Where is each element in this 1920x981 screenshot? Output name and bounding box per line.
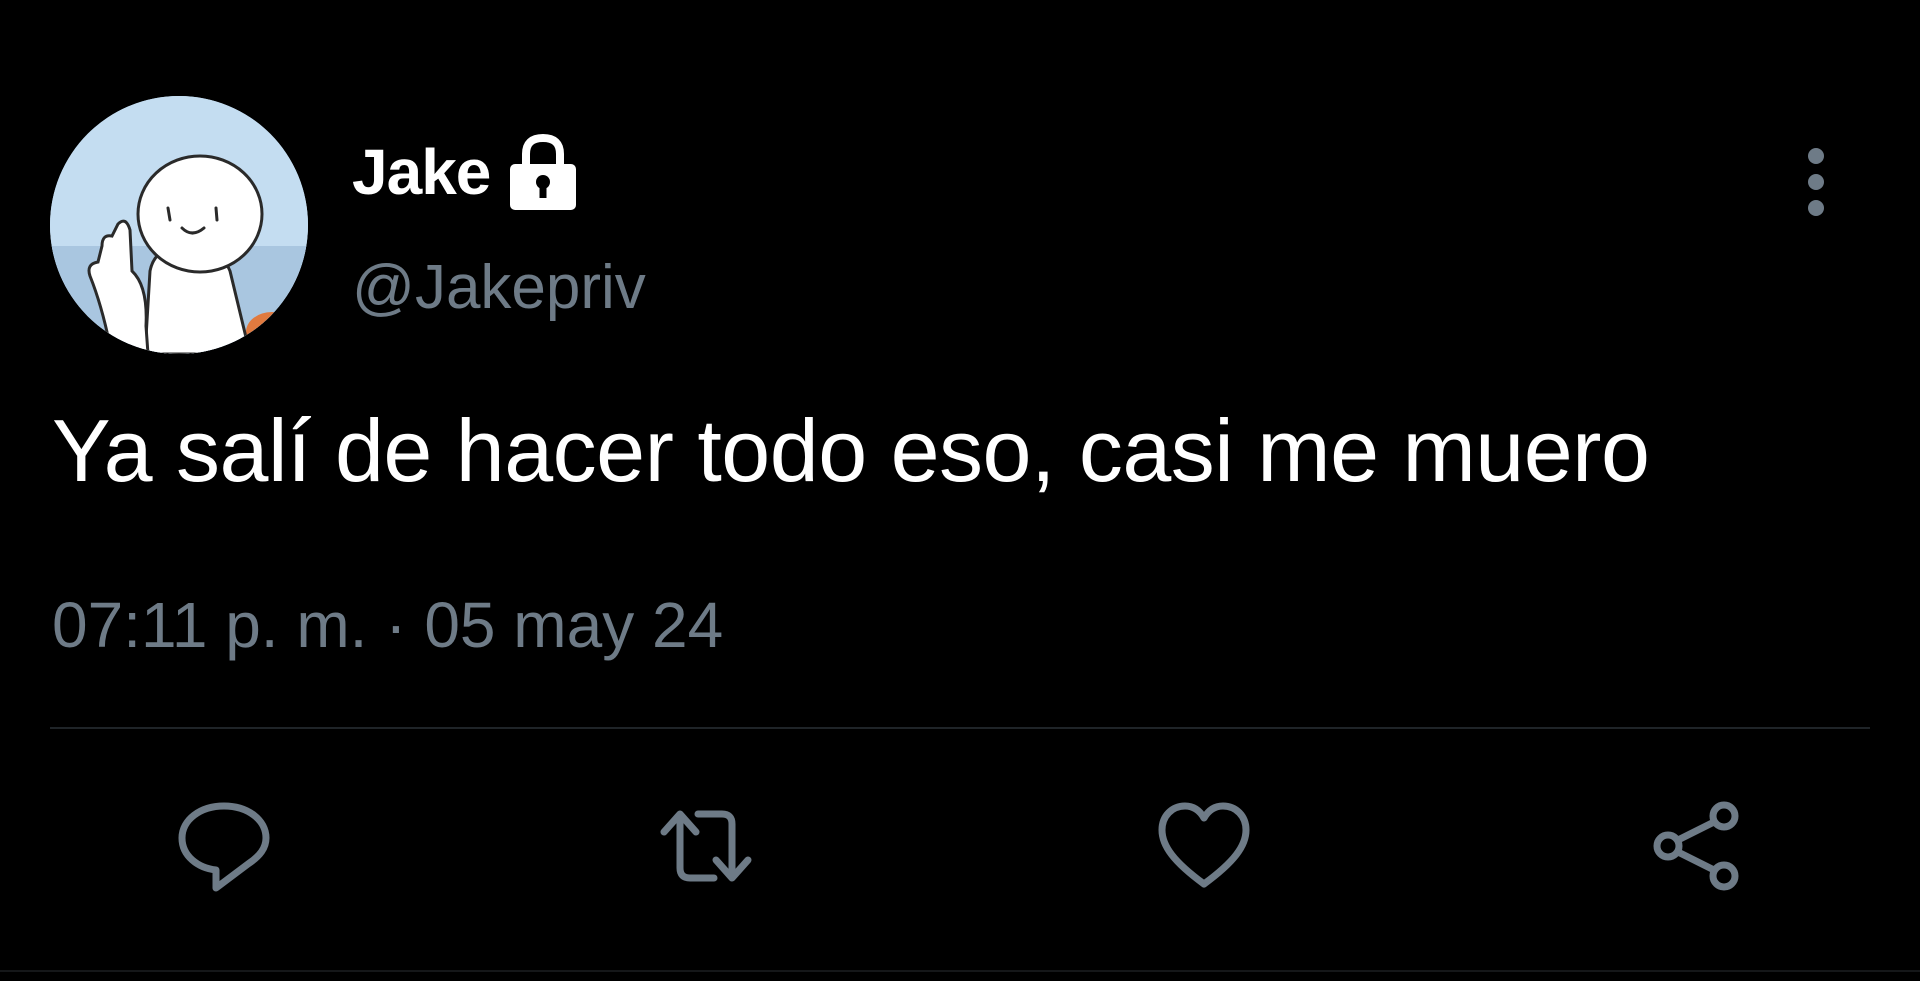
- more-vertical-icon[interactable]: [1786, 146, 1846, 220]
- bottom-divider: [0, 970, 1920, 972]
- retweet-button[interactable]: [656, 798, 756, 894]
- tweet-timestamp[interactable]: 07:11 p. m. · 05 may 24: [52, 588, 723, 662]
- share-button[interactable]: [1646, 798, 1746, 894]
- retweet-icon: [660, 810, 752, 882]
- user-name-row[interactable]: Jake: [352, 126, 580, 218]
- share-icon: [1653, 801, 1739, 891]
- divider: [50, 727, 1870, 729]
- avatar-image: [50, 96, 308, 354]
- reply-button[interactable]: [174, 798, 274, 894]
- display-name[interactable]: Jake: [352, 135, 491, 209]
- reply-icon: [178, 802, 270, 892]
- tweet-card: Jake @Jakepriv Ya salí de hacer todo eso…: [0, 0, 1920, 981]
- avatar[interactable]: [50, 96, 308, 354]
- lock-icon: [510, 133, 577, 210]
- heart-icon: [1158, 802, 1250, 888]
- tweet-text: Ya salí de hacer todo eso, casi me muero: [52, 401, 1650, 500]
- like-button[interactable]: [1154, 798, 1254, 894]
- user-handle[interactable]: @Jakepriv: [352, 252, 646, 323]
